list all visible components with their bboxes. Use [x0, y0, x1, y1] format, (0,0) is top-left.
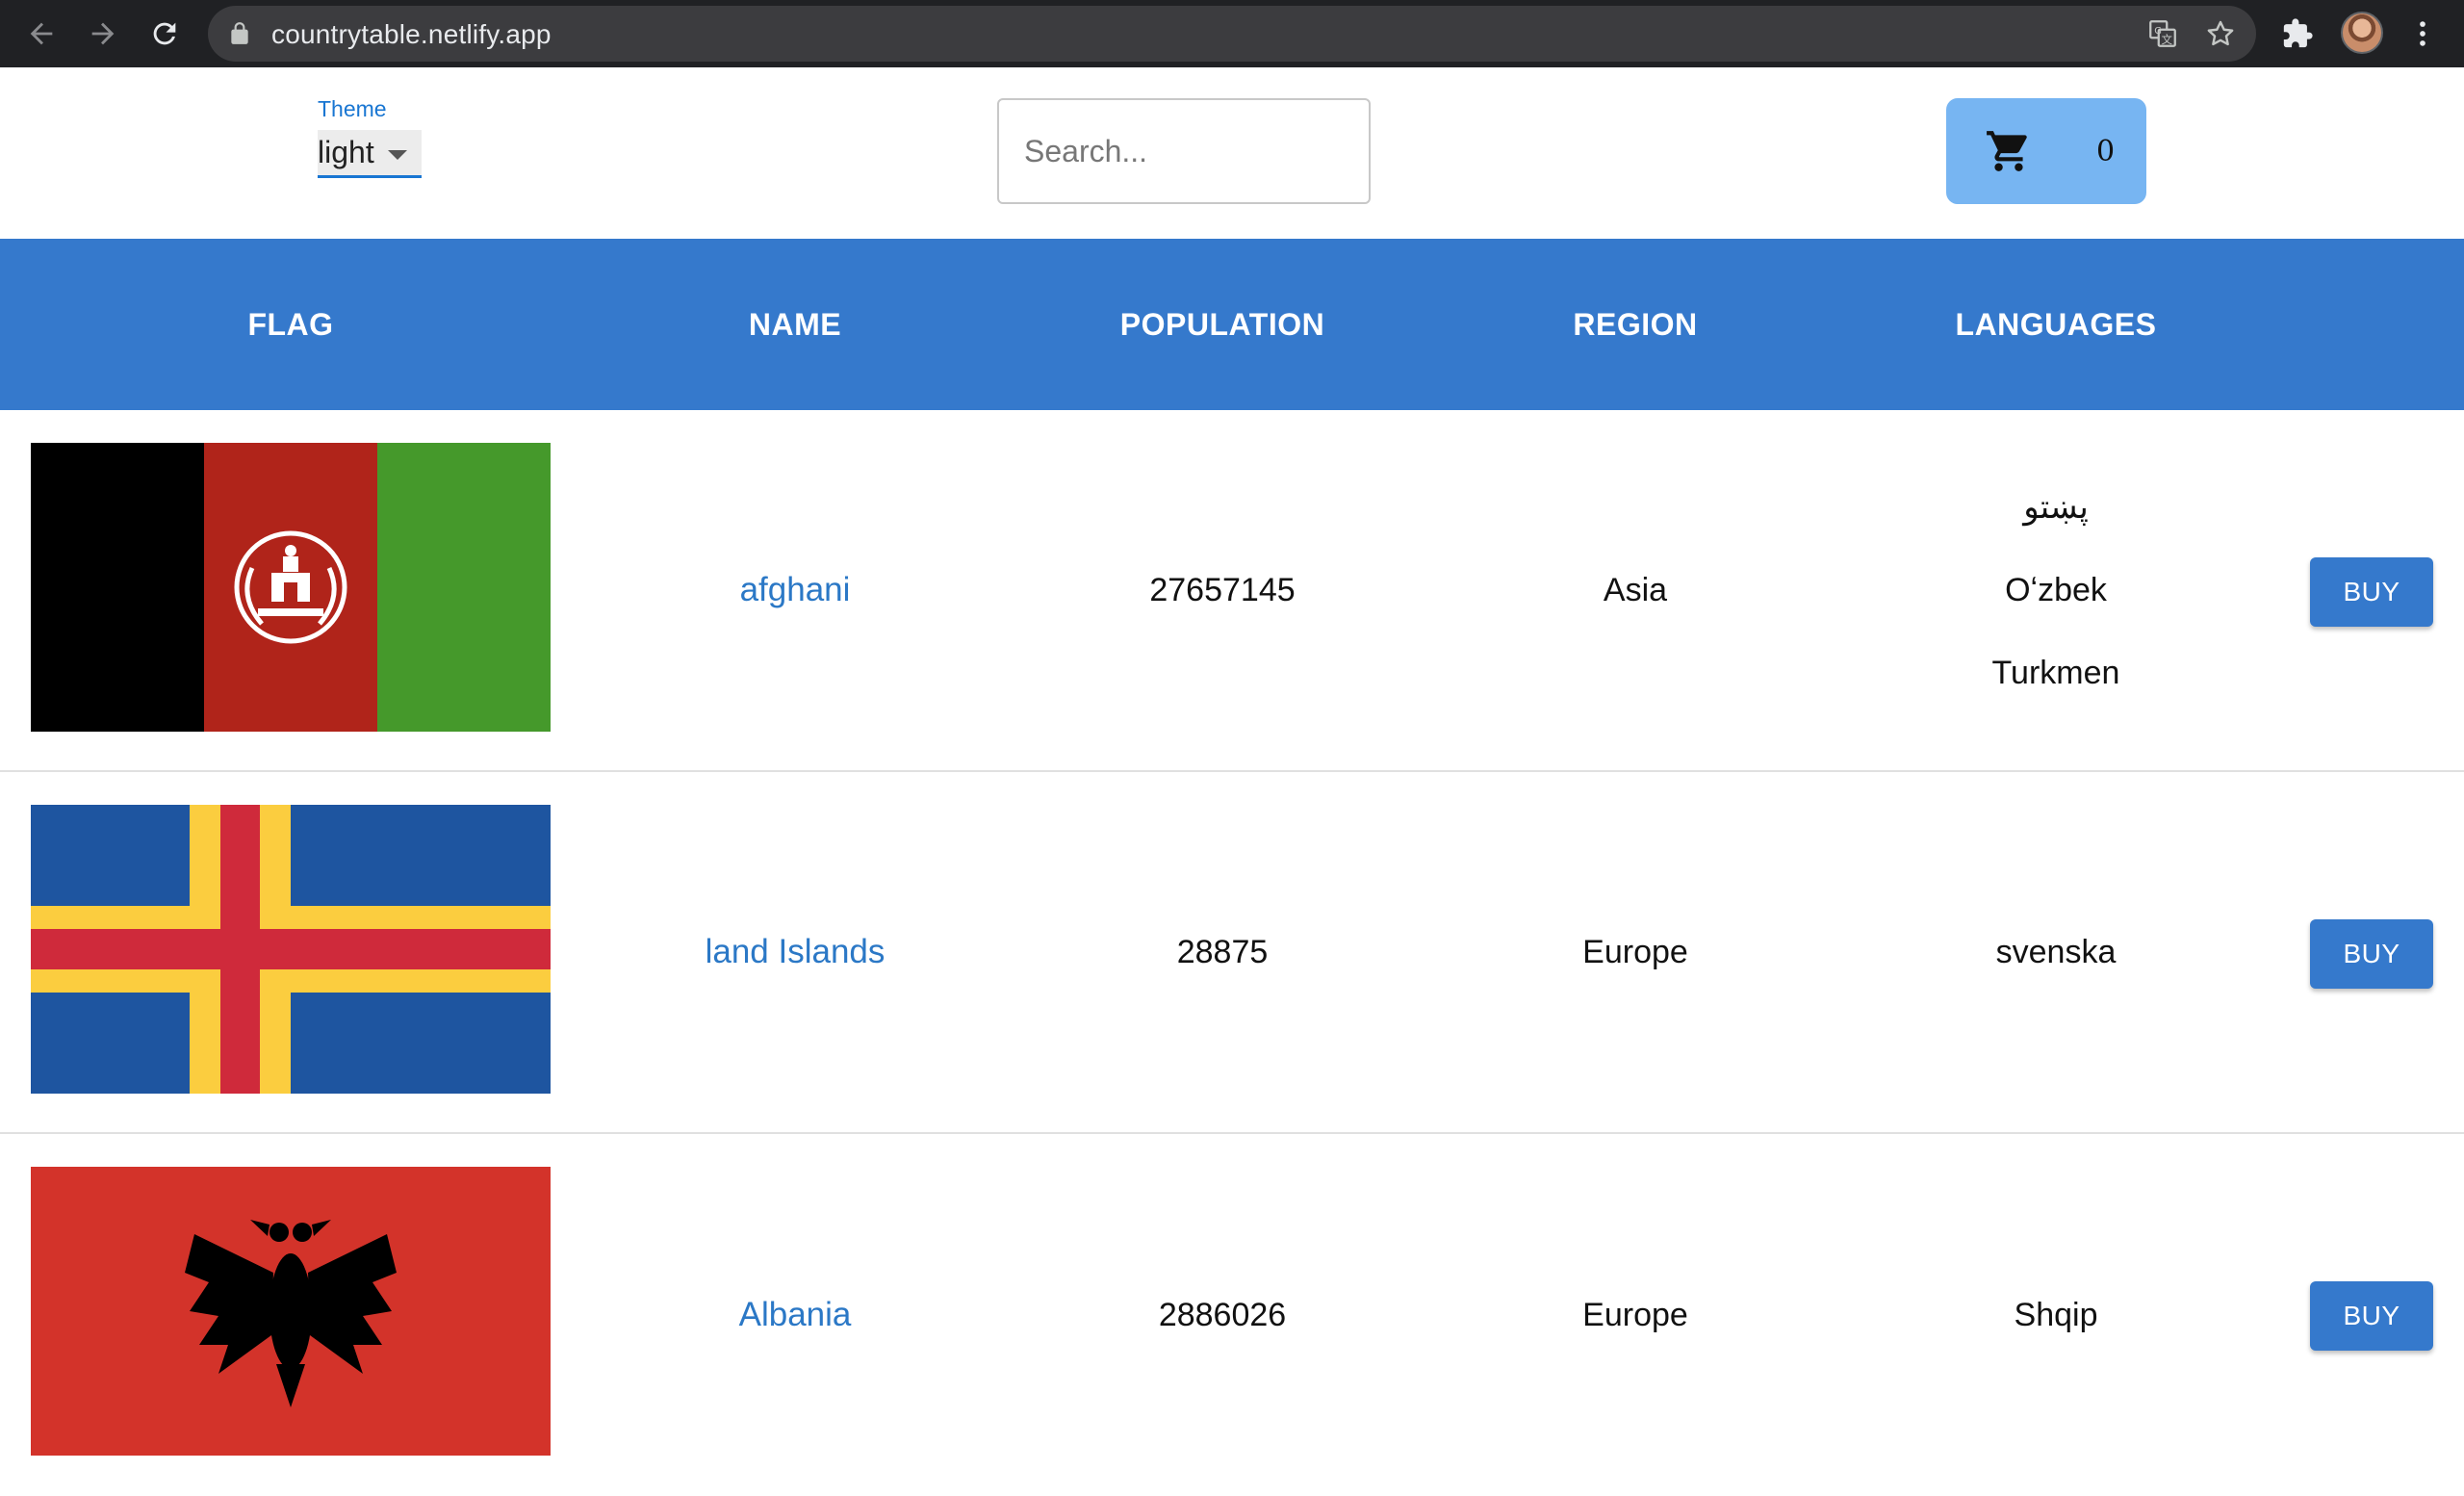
population-cell: 27657145: [1149, 571, 1296, 608]
search-input[interactable]: [997, 98, 1371, 204]
afghanistan-flag: [31, 443, 551, 732]
reload-icon: [153, 22, 176, 45]
buy-button[interactable]: BUY: [2310, 919, 2433, 989]
menu-button[interactable]: [2402, 13, 2443, 54]
svg-text:文: 文: [2162, 33, 2172, 46]
table-row: afghani 27657145 Asia پښتو Oʻzbek Turkme…: [0, 410, 2464, 772]
column-header-languages: LANGUAGES: [1955, 306, 2157, 342]
country-name-link[interactable]: Albania: [739, 1296, 852, 1334]
table-row: land Islands 28875 Europe svenska BUY: [0, 772, 2464, 1134]
population-cell: 28875: [1176, 933, 1269, 970]
country-name-cell: afghani: [581, 410, 1009, 770]
buy-button[interactable]: BUY: [2310, 557, 2433, 627]
address-bar[interactable]: countrytable.netlify.app 文G: [208, 6, 2256, 62]
region-cell: Europe: [1582, 933, 1688, 970]
language-item: Turkmen: [1991, 655, 2120, 691]
languages-cell: svenska: [1835, 772, 2277, 1132]
population-cell: 2886026: [1158, 1296, 1287, 1333]
languages-cell: پښتو Oʻzbek Turkmen: [1835, 410, 2277, 770]
translate-button[interactable]: 文G: [2143, 13, 2183, 54]
svg-text:G: G: [2154, 26, 2162, 37]
translate-icon: 文G: [2149, 20, 2176, 47]
more-vert-icon: [2420, 21, 2426, 46]
lock-icon: [231, 22, 248, 44]
reload-button[interactable]: [144, 13, 185, 54]
forward-button[interactable]: [83, 13, 123, 54]
arrow-right-icon: [91, 22, 115, 45]
table-header: FLAG NAME POPULATION REGION LANGUAGES: [0, 239, 2464, 410]
language-item: پښتو: [2023, 489, 2089, 526]
table-row: Albania 2886026 Europe Shqip BUY: [0, 1134, 2464, 1496]
column-header-population: POPULATION: [1119, 306, 1325, 342]
country-name-cell: Albania: [581, 1134, 1009, 1496]
extensions-button[interactable]: [2277, 13, 2318, 54]
language-item: Shqip: [2014, 1297, 2098, 1333]
buy-button[interactable]: BUY: [2310, 1281, 2433, 1351]
column-header-flag: FLAG: [247, 306, 334, 342]
country-name-link[interactable]: afghani: [740, 571, 851, 609]
region-cell: Asia: [1603, 571, 1668, 608]
browser-toolbar: countrytable.netlify.app 文G: [0, 0, 2464, 67]
dropdown-caret-icon: [387, 149, 407, 160]
cart-button[interactable]: 0: [1946, 98, 2146, 204]
profile-avatar[interactable]: [2341, 12, 2383, 54]
theme-selector[interactable]: Theme light: [318, 96, 422, 178]
back-button[interactable]: [21, 13, 62, 54]
aland-flag: [31, 805, 551, 1094]
star-icon: [2207, 20, 2234, 46]
language-item: Oʻzbek: [2005, 572, 2107, 608]
country-name-cell: land Islands: [581, 772, 1009, 1132]
url-text: countrytable.netlify.app: [271, 19, 552, 49]
arrow-left-icon: [30, 22, 53, 45]
country-name-link[interactable]: land Islands: [706, 933, 886, 971]
cart-count: 0: [2096, 135, 2116, 168]
column-header-region: REGION: [1573, 306, 1698, 342]
albania-flag: [31, 1167, 551, 1456]
theme-dropdown[interactable]: light: [318, 130, 422, 178]
shopping-cart-icon: [1987, 131, 2027, 171]
puzzle-icon: [2283, 18, 2313, 48]
column-header-name: NAME: [748, 306, 842, 342]
theme-value: light: [318, 135, 374, 169]
theme-label: Theme: [318, 96, 387, 121]
languages-cell: Shqip: [1835, 1134, 2277, 1496]
language-item: svenska: [1995, 934, 2117, 970]
region-cell: Europe: [1582, 1296, 1688, 1333]
bookmark-button[interactable]: [2200, 13, 2241, 54]
